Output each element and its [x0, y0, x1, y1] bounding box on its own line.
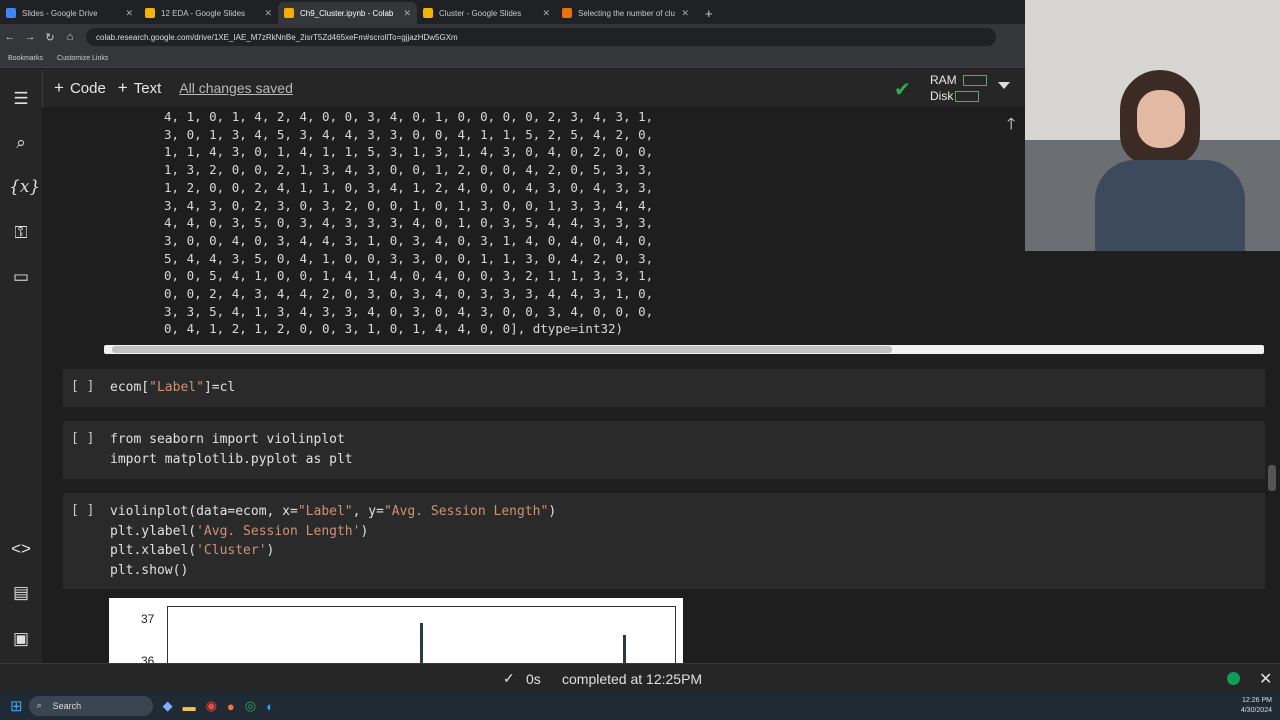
code-cell-violinplot[interactable]: [ ] violinplot(data=ecom, x="Label", y="… — [63, 493, 1265, 589]
app-icon[interactable]: ◉ — [206, 698, 217, 714]
disk-bar — [955, 91, 980, 103]
resource-indicator[interactable]: RAM Disk — [930, 72, 987, 104]
status-bar: ✓ 0s completed at 12:25PM ✕ — [0, 663, 1280, 693]
app-icon[interactable]: ● — [227, 699, 235, 714]
execution-time: 0s — [526, 671, 541, 687]
add-code-button[interactable]: + Code — [54, 78, 106, 98]
windows-taskbar: ⊞ ⌕ Search ◆ ▬ ◉ ● ◎ ◐ 12:26 PM 4/30/202… — [0, 692, 1280, 720]
close-icon[interactable]: ✕ — [542, 8, 550, 19]
bookmark-customize-links[interactable]: Customize Links — [57, 55, 108, 62]
bookmark-bookmarks[interactable]: Bookmarks — [8, 55, 43, 62]
close-icon[interactable]: ✕ — [1259, 669, 1272, 689]
plot-frame — [167, 606, 676, 663]
folder-icon[interactable]: ▭ — [9, 267, 33, 287]
output-horizontal-scrollbar[interactable] — [104, 345, 1264, 354]
cell-code[interactable]: ecom["Label"]=cl — [110, 378, 235, 398]
code-cell-imports[interactable]: [ ] from seaborn import violinplot impor… — [63, 421, 1265, 479]
close-icon[interactable]: ✕ — [403, 8, 411, 19]
copilot-icon[interactable]: ◆ — [163, 698, 173, 714]
key-icon[interactable]: ⚿ — [9, 223, 33, 243]
back-icon[interactable]: ← — [0, 31, 20, 43]
tab-eda-slides[interactable]: 12 EDA - Google Slides ✕ — [139, 2, 278, 24]
violin-plot-output: 37 36 — [109, 598, 683, 663]
cell-code[interactable]: from seaborn import violinplot import ma… — [110, 430, 353, 469]
webcam-overlay — [1025, 0, 1280, 251]
cell-output: 4, 1, 0, 1, 4, 2, 4, 0, 0, 3, 4, 0, 1, 0… — [164, 109, 654, 337]
reload-icon[interactable]: ↻ — [40, 31, 60, 44]
code-cell-label[interactable]: [ ] ecom["Label"]=cl — [63, 369, 1265, 407]
y-tick-36: 36 — [141, 654, 155, 663]
search-icon[interactable]: ⌕ — [9, 133, 33, 153]
command-palette-icon[interactable]: ▤ — [9, 583, 33, 603]
new-tab-button[interactable]: + — [695, 2, 723, 24]
close-icon[interactable]: ✕ — [264, 8, 272, 19]
slides-icon — [145, 8, 155, 18]
chart-icon — [562, 8, 572, 18]
violin-mark — [420, 623, 423, 663]
save-status-link[interactable]: All changes saved — [179, 80, 293, 96]
scroll-up-arrow-icon[interactable]: 🡑 — [1007, 113, 1015, 140]
run-cell-button[interactable]: [ ] — [71, 379, 94, 394]
search-icon: ⌕ — [36, 700, 42, 710]
y-tick-37: 37 — [141, 612, 155, 626]
plus-icon: + — [54, 78, 64, 97]
code-snippets-icon[interactable]: <> — [9, 539, 33, 559]
edge-icon[interactable]: ◐ — [266, 699, 274, 714]
colab-icon — [284, 8, 294, 18]
chrome-icon[interactable]: ◎ — [245, 698, 256, 714]
slides-icon — [423, 8, 433, 18]
page-vertical-scrollbar[interactable] — [1268, 465, 1276, 491]
webcam-person-face — [1137, 90, 1185, 148]
checkmark-icon: ✔ — [894, 79, 911, 101]
add-text-button[interactable]: + Text — [118, 78, 161, 98]
runtime-dropdown-icon[interactable] — [998, 82, 1010, 89]
close-icon[interactable]: ✕ — [125, 8, 133, 19]
cell-code[interactable]: violinplot(data=ecom, x="Label", y="Avg.… — [110, 502, 556, 580]
connection-status-dot — [1227, 672, 1240, 685]
drive-icon — [6, 8, 16, 18]
scrollbar-thumb[interactable] — [112, 346, 892, 353]
checkmark-icon: ✓ — [503, 670, 515, 686]
system-clock[interactable]: 12:26 PM 4/30/2024 — [1241, 696, 1272, 716]
table-of-contents-icon[interactable]: ☰ — [9, 89, 33, 109]
url-field[interactable]: colab.research.google.com/drive/1XE_IAE_… — [86, 28, 996, 46]
tab-selecting-clusters[interactable]: Selecting the number of cluste...✕ — [556, 2, 695, 24]
terminal-icon[interactable]: ▣ — [9, 629, 33, 649]
left-sidebar: ☰ ⌕ {x} ⚿ ▭ <> ▤ ▣ — [0, 69, 43, 663]
ram-bar — [962, 75, 987, 87]
variables-icon[interactable]: {x} — [9, 177, 40, 197]
close-icon[interactable]: ✕ — [681, 8, 689, 19]
tab-slides-drive[interactable]: Slides - Google Drive ✕ — [0, 2, 139, 24]
home-icon[interactable]: ⌂ — [60, 31, 80, 43]
tab-cluster-slides[interactable]: Cluster - Google Slides ✕ — [417, 2, 556, 24]
tab-colab[interactable]: Ch9_Cluster.ipynb - Colab ✕ — [278, 2, 417, 24]
forward-icon[interactable]: → — [20, 31, 40, 43]
windows-start-icon[interactable]: ⊞ — [10, 697, 23, 715]
violin-mark — [623, 635, 626, 663]
taskbar-search[interactable]: ⌕ Search — [28, 696, 153, 716]
run-cell-button[interactable]: [ ] — [71, 503, 94, 518]
completion-status: completed at 12:25PM — [562, 671, 703, 687]
file-explorer-icon[interactable]: ▬ — [183, 699, 196, 714]
plus-icon: + — [117, 78, 128, 97]
webcam-person-shirt — [1095, 160, 1245, 251]
run-cell-button[interactable]: [ ] — [71, 431, 94, 446]
